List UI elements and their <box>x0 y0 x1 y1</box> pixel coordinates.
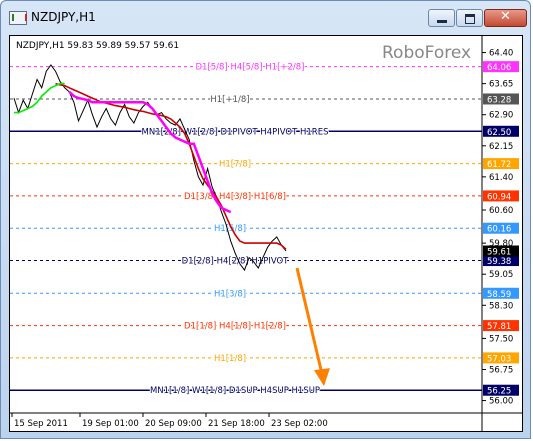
close-glyph: ✕ <box>500 9 511 24</box>
terminal-chart-window: NZDJPY,H1 ✕ D1[5/8] H4[5/8] H1[+2/8] 64.0… <box>0 0 531 439</box>
level-label: H1[1/8] <box>214 354 246 364</box>
x-tick-label: 23 Sep 02:00 <box>271 419 328 429</box>
y-tick-label: 57.50 <box>489 334 513 344</box>
close-icon[interactable]: ✕ <box>484 9 527 27</box>
level-label: H1[+1/8] <box>210 95 249 105</box>
y-tick-label: 59.80 <box>489 239 513 249</box>
level-price-tag-text: 57.03 <box>487 354 511 364</box>
y-tick-label: 64.40 <box>489 49 513 59</box>
level-price-tag-text: 56.25 <box>487 387 511 397</box>
chart-app-icon <box>9 11 27 25</box>
level-price-tag-text: 62.50 <box>487 128 511 138</box>
level-label: D1[3/8] H4[3/8] H1[6/8] <box>184 192 286 202</box>
price-chart[interactable]: D1[5/8] H4[5/8] H1[+2/8] 64.06 H1[+1/8] 63.… <box>10 36 522 431</box>
title-bar[interactable]: NZDJPY,H1 ✕ <box>1 1 532 35</box>
y-tick-label: 59.05 <box>489 270 513 280</box>
level-label: D1[2/8] H4[2/8] H1PIVOT <box>182 257 290 267</box>
level-price-tag-text: 60.94 <box>487 192 511 202</box>
minimize-icon[interactable] <box>428 9 455 27</box>
y-tick-label: 60.60 <box>489 206 513 216</box>
y-tick-label: 58.30 <box>489 301 513 311</box>
level-price-tag-text: 58.59 <box>487 290 511 300</box>
level-label: H1[3/8] <box>214 289 246 299</box>
level-price-tag-text: 64.06 <box>487 63 511 73</box>
level-label: MN1[1/8] W1[1/8] D1SUP H4SUP H1SUP <box>150 386 320 396</box>
level-label: D1[5/8] H4[5/8] H1[+2/8] <box>195 63 304 73</box>
window-title: NZDJPY,H1 <box>31 10 96 24</box>
chart-info-label: NZDJPY,H1 59.83 59.89 59.57 59.61 <box>16 41 179 51</box>
y-tick-label: 56.75 <box>489 366 513 376</box>
maximize-icon[interactable] <box>456 9 483 27</box>
level-price-tag-text: 60.16 <box>487 225 511 235</box>
chart-area[interactable]: D1[5/8] H4[5/8] H1[+2/8] 64.06 H1[+1/8] 63.… <box>9 35 523 432</box>
watermark-logo: RoboForex <box>382 43 471 63</box>
x-tick-label: 20 Sep 09:00 <box>145 419 202 429</box>
y-tick-label: 61.40 <box>489 173 513 183</box>
y-tick-label: 63.65 <box>489 80 513 90</box>
y-tick-label: 62.90 <box>489 111 513 121</box>
level-price-tag-text: 59.38 <box>487 257 511 267</box>
level-label: H1[7/8] <box>219 160 251 170</box>
y-tick-label: 56.00 <box>489 397 513 407</box>
x-tick-label: 15 Sep 2011 <box>14 419 68 429</box>
level-price-tag-text: 57.81 <box>487 322 511 332</box>
x-tick-label: 21 Sep 18:00 <box>208 419 265 429</box>
x-tick-label: 19 Sep 01:00 <box>82 419 139 429</box>
y-tick-label: 62.15 <box>489 142 513 152</box>
level-price-tag-text: 61.72 <box>487 160 511 170</box>
level-price-tag-text: 63.28 <box>487 95 511 105</box>
level-label: D1[1/8] H4[1/8] H1[2/8] <box>184 322 286 332</box>
